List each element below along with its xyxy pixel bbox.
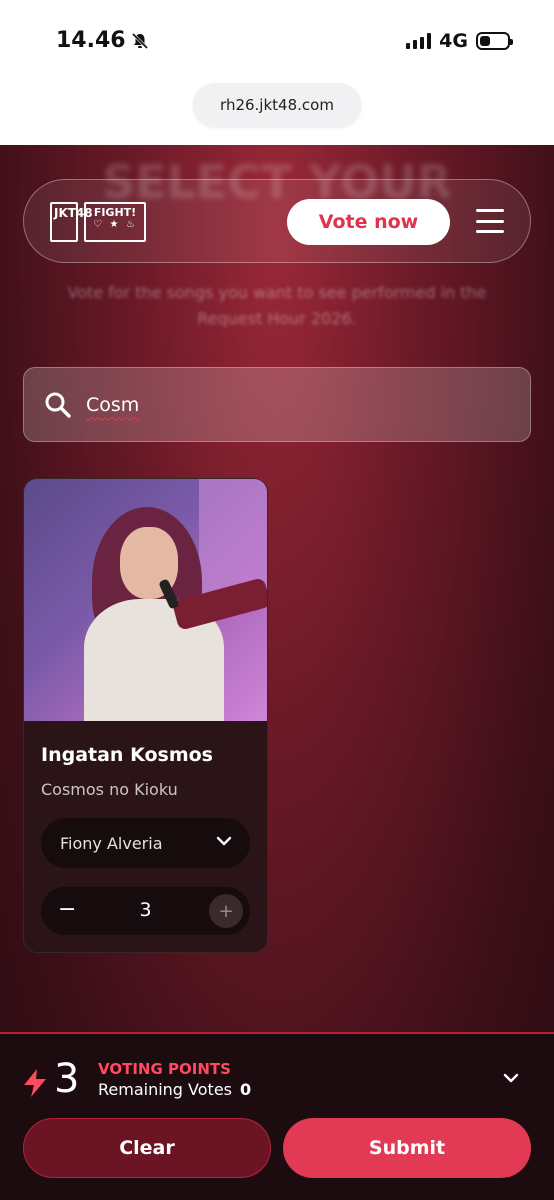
fight-logo[interactable]: FIGHT! ♡ ★ ♨ [84,202,146,242]
clear-button[interactable]: Clear [23,1118,271,1178]
time-text: 14.46 [56,28,126,53]
points-digit: 3 [54,1056,79,1102]
song-card: Ingatan Kosmos Cosmos no Kioku Fiony Alv… [23,478,268,953]
top-nav: JKT48 FIGHT! ♡ ★ ♨ Vote now [23,179,531,263]
song-title: Ingatan Kosmos [41,744,213,766]
fight-logo-text: FIGHT! [93,206,137,219]
hero-subtitle: Vote for the songs you want to see perfo… [67,283,487,328]
vote-now-button[interactable]: Vote now [287,199,450,245]
status-time: 14.46 [56,28,150,53]
song-photo [24,479,267,721]
search-field[interactable]: Cosm [23,367,531,442]
remaining-votes-label: Remaining Votes [98,1080,232,1099]
search-icon [45,392,71,418]
fight-logo-icons: ♡ ★ ♨ [93,219,137,230]
status-icons: 4G [406,30,513,52]
signal-icon [406,33,432,49]
network-type: 4G [439,30,468,52]
member-select-value: Fiony Alveria [60,833,163,853]
submit-button[interactable]: Submit [283,1118,531,1178]
member-select[interactable]: Fiony Alveria [41,818,250,868]
search-input[interactable]: Cosm [86,394,139,416]
jkt48-logo[interactable]: JKT48 [50,202,93,242]
voting-footer: 3 VOTING POINTS Remaining Votes 0 Clear … [0,1032,554,1200]
battery-icon [476,32,513,50]
vote-stepper: − 3 + [41,887,250,935]
status-bar: 14.46 4G rh26.jkt48.com [0,0,554,145]
voting-points-label: VOTING POINTS [98,1060,231,1078]
lightning-icon [24,1069,46,1097]
chevron-down-icon[interactable] [502,1072,520,1084]
hamburger-icon[interactable] [476,209,504,233]
chevron-down-icon [216,836,232,846]
increment-button[interactable]: + [209,894,243,928]
remaining-votes-value: 0 [240,1080,252,1099]
url-bar[interactable]: rh26.jkt48.com [193,83,361,127]
bell-muted-icon [131,32,148,49]
song-subtitle: Cosmos no Kioku [41,780,178,799]
